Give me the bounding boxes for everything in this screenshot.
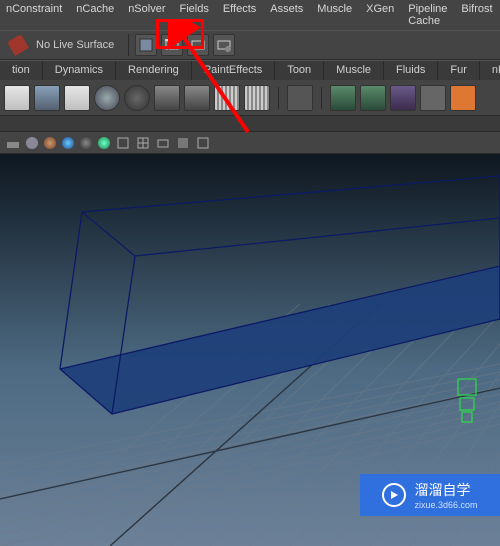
nrigid-icon[interactable]	[124, 85, 150, 111]
menu-nconstraint[interactable]: nConstraint	[6, 3, 62, 27]
shelf-separator2	[321, 87, 322, 109]
cache-geom-icon[interactable]	[244, 85, 270, 111]
shelftab-tion[interactable]: tion	[0, 61, 43, 80]
watermark-badge: 溜溜自学 zixue.3d66.com	[360, 474, 500, 516]
ipr-render-button[interactable]	[187, 34, 209, 56]
shade-textured-icon[interactable]	[44, 137, 56, 149]
main-menubar: nConstraint nCache nSolver Fields Effect…	[0, 0, 500, 30]
shelf-separator	[278, 87, 279, 109]
fluid-ocean-icon[interactable]	[390, 85, 416, 111]
menu-ncache[interactable]: nCache	[76, 3, 114, 27]
magnet-icon[interactable]	[7, 34, 29, 56]
shelftab-fluids[interactable]: Fluids	[384, 61, 438, 80]
shelftab-nhair[interactable]: nHair	[480, 61, 500, 80]
viewport-toolbar	[0, 132, 500, 154]
menu-pipeline-cache[interactable]: Pipeline Cache	[408, 3, 447, 27]
select-tool-icon[interactable]	[287, 85, 313, 111]
menu-assets[interactable]: Assets	[270, 3, 303, 27]
shade-xray-icon[interactable]	[98, 137, 110, 149]
shelftab-painteffects[interactable]: PaintEffects	[192, 61, 276, 80]
menu-nsolver[interactable]: nSolver	[128, 3, 165, 27]
shelftab-dynamics[interactable]: Dynamics	[43, 61, 116, 80]
shade-light-icon[interactable]	[62, 137, 74, 149]
shelftab-toon[interactable]: Toon	[275, 61, 324, 80]
menu-muscle[interactable]: Muscle	[317, 3, 352, 27]
separator	[128, 34, 129, 56]
fur-preset-icon[interactable]	[450, 85, 476, 111]
menu-bifrost[interactable]: Bifrost	[461, 3, 492, 27]
play-icon	[382, 483, 406, 507]
shade-wireframe-icon[interactable]	[80, 137, 92, 149]
shelftab-fur[interactable]: Fur	[438, 61, 480, 80]
paint-weights-icon[interactable]	[154, 85, 180, 111]
grid-toggle-icon[interactable]	[136, 136, 150, 150]
menu-fields[interactable]: Fields	[179, 3, 208, 27]
cache-icon[interactable]	[214, 85, 240, 111]
panel-menubar	[0, 116, 500, 132]
status-toolbar: No Live Surface	[0, 30, 500, 60]
camera-select-icon[interactable]	[6, 136, 20, 150]
watermark-sub: zixue.3d66.com	[414, 500, 477, 510]
ncloth-create-icon[interactable]	[4, 85, 30, 111]
fluid-emitter-icon[interactable]	[360, 85, 386, 111]
ncloth-passive-icon[interactable]	[34, 85, 60, 111]
render-settings-button[interactable]	[213, 34, 235, 56]
menu-xgen[interactable]: XGen	[366, 3, 394, 27]
resolution-gate-icon[interactable]	[176, 136, 190, 150]
shelf-bar	[0, 80, 500, 116]
isolate-select-icon[interactable]	[116, 136, 130, 150]
no-live-surface-label: No Live Surface	[36, 39, 114, 51]
shelf-tabs: tion Dynamics Rendering PaintEffects Too…	[0, 60, 500, 80]
shelftab-muscle[interactable]: Muscle	[324, 61, 384, 80]
fur-attach-icon[interactable]	[420, 85, 446, 111]
render-frame-button[interactable]	[135, 34, 157, 56]
watermark-title: 溜溜自学	[414, 480, 477, 500]
shade-mode-icon[interactable]	[26, 137, 38, 149]
gate-mask-icon[interactable]	[196, 136, 210, 150]
paint-attr-icon[interactable]	[184, 85, 210, 111]
render-region-button[interactable]	[161, 34, 183, 56]
fluid-container-icon[interactable]	[330, 85, 356, 111]
film-gate-icon[interactable]	[156, 136, 170, 150]
shelftab-rendering[interactable]: Rendering	[116, 61, 192, 80]
ncloth-remove-icon[interactable]	[64, 85, 90, 111]
nparticle-icon[interactable]	[94, 85, 120, 111]
menu-effects[interactable]: Effects	[223, 3, 256, 27]
